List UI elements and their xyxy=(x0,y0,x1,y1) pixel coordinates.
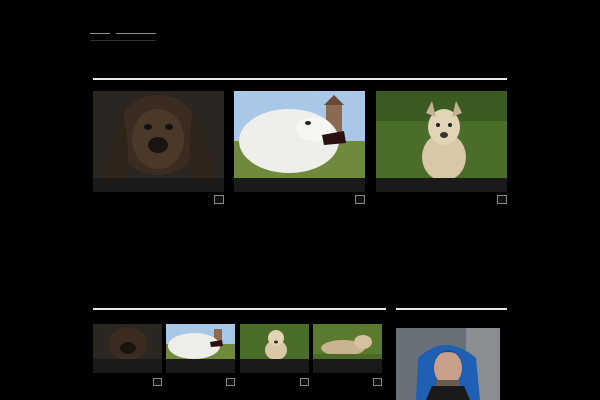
news-date xyxy=(240,379,290,386)
comments-icon[interactable] xyxy=(497,195,507,204)
news-date xyxy=(93,379,143,386)
news-caption-bar xyxy=(93,359,162,373)
nav-item[interactable] xyxy=(397,30,423,40)
news-photo-lying-dog[interactable] xyxy=(313,324,382,359)
read-more-link[interactable] xyxy=(376,241,456,249)
article-caption-bar xyxy=(93,178,224,192)
news-caption-bar xyxy=(313,359,382,373)
article-excerpt xyxy=(93,211,224,247)
news-photo-puppy[interactable] xyxy=(240,324,309,359)
news-caption-bar xyxy=(166,359,235,373)
news-excerpt xyxy=(166,390,235,400)
sidebar-photo-person[interactable] xyxy=(396,328,500,400)
comments-icon[interactable] xyxy=(300,378,309,386)
news-item[interactable] xyxy=(313,324,382,400)
article-date xyxy=(234,197,324,205)
news-item[interactable] xyxy=(166,324,235,400)
section-divider xyxy=(93,78,507,80)
comments-icon[interactable] xyxy=(373,378,382,386)
article-date xyxy=(93,197,183,205)
article-photo-puppy[interactable] xyxy=(376,91,507,178)
section-title-interesting xyxy=(93,67,293,77)
nav-item[interactable] xyxy=(321,30,393,40)
news-caption-bar xyxy=(240,359,309,373)
read-more-link[interactable] xyxy=(93,256,173,264)
article-caption-bar xyxy=(234,178,365,192)
read-more-link[interactable] xyxy=(234,256,314,264)
sidebar-subtitle[interactable] xyxy=(396,316,506,324)
news-excerpt xyxy=(313,390,382,400)
section-title-news xyxy=(93,297,293,307)
article-caption-bar xyxy=(376,178,507,192)
nav-item[interactable] xyxy=(240,30,316,40)
news-date xyxy=(166,379,216,386)
article-photo-white-dog[interactable] xyxy=(234,91,365,178)
site-logo[interactable] xyxy=(90,28,156,41)
news-photo-mastiff[interactable] xyxy=(93,324,162,359)
article-card[interactable] xyxy=(376,91,507,266)
news-photo-white-dog[interactable] xyxy=(166,324,235,359)
news-item[interactable] xyxy=(240,324,309,400)
article-photo-mastiff[interactable] xyxy=(93,91,224,178)
news-excerpt xyxy=(240,390,309,400)
article-card[interactable] xyxy=(93,91,224,266)
main-navigation xyxy=(180,30,504,40)
nav-item[interactable] xyxy=(180,30,236,40)
news-excerpt xyxy=(93,390,162,400)
article-card[interactable] xyxy=(234,91,365,266)
comments-icon[interactable] xyxy=(355,195,365,204)
article-excerpt xyxy=(234,211,365,247)
article-date xyxy=(376,197,466,205)
nav-item[interactable] xyxy=(464,30,504,40)
sidebar-divider xyxy=(396,308,507,310)
comments-icon[interactable] xyxy=(153,378,162,386)
nav-item[interactable] xyxy=(429,30,459,40)
sidebar-title xyxy=(396,297,506,307)
comments-icon[interactable] xyxy=(226,378,235,386)
news-date xyxy=(313,379,363,386)
section-divider xyxy=(93,308,386,310)
logo-mark xyxy=(90,33,110,34)
comments-icon[interactable] xyxy=(214,195,224,204)
logo-mark xyxy=(116,33,156,34)
news-item[interactable] xyxy=(93,324,162,400)
